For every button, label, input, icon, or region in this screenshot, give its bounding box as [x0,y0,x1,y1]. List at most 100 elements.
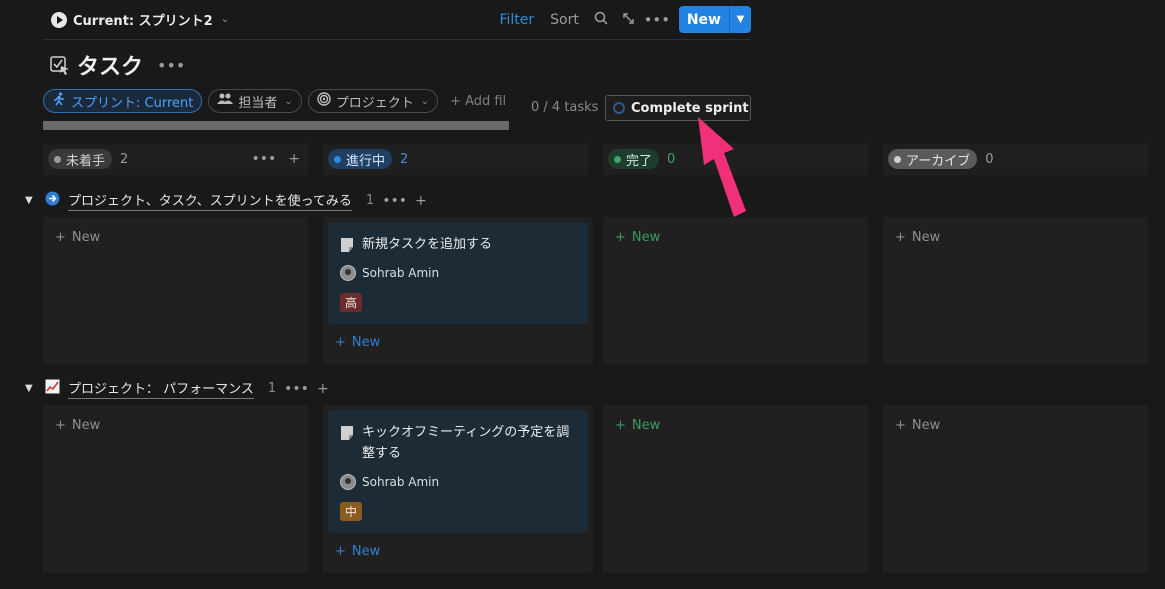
chevron-down-icon: ⌄ [220,14,230,25]
new-label: New [351,335,381,350]
plus-icon: + [335,335,346,350]
new-card-button[interactable]: + New [615,418,660,433]
assignee-name: Sohrab Amin [362,266,440,280]
tasks-count: 0 / 4 tasks [531,100,599,115]
status-label: 完了 [626,153,653,169]
page-title: タスク [77,55,144,80]
new-button[interactable]: New ▼ [678,6,751,33]
new-card-button[interactable]: + New [615,230,660,245]
board-cell: + New [883,405,1148,573]
document-icon [340,237,354,253]
new-card-button[interactable]: + New [335,335,380,350]
status-dot [614,155,621,163]
sprint-progress-bar [43,121,509,130]
view-name: Current: スプリント2 [73,14,213,29]
priority-badge: 中 [340,502,363,521]
project-filter[interactable]: プロジェクト ⌄ [307,89,439,113]
group-title[interactable]: プロジェクト： パフォーマンス [68,378,254,399]
filter-button[interactable]: Filter [491,12,542,28]
board-cell: + New [43,217,308,364]
plus-icon[interactable]: + [317,381,329,397]
plus-icon: + [450,93,462,109]
column-header-archive: アーカイブ 0 [883,143,1148,175]
new-label: New [911,418,941,433]
status-badge[interactable]: 完了 [608,149,660,169]
new-label: New [631,230,661,245]
more-icon[interactable]: ••• [157,56,185,75]
people-icon [217,93,234,109]
caret-down-icon[interactable]: ▼ [25,195,37,206]
assignee-name: Sohrab Amin [362,475,440,489]
running-person-icon [52,92,66,110]
group-title[interactable]: プロジェクト、タスク、スプリントを使ってみる [68,190,352,211]
new-card-button[interactable]: + New [55,418,100,433]
more-icon[interactable]: ••• [382,193,407,209]
board-cell: + New [43,405,308,573]
plus-icon[interactable]: + [415,193,427,209]
sort-button[interactable]: Sort [542,12,587,28]
task-card[interactable]: キックオフミーティングの予定を調整する Sohrab Amin 中 [328,410,588,533]
sprint-filter[interactable]: スプリント: Current [43,89,203,113]
new-button-label[interactable]: New [678,6,729,33]
group-count: 1 [267,381,277,396]
card-title: 新規タスクを追加する [362,237,493,252]
new-card-button[interactable]: + New [55,230,100,245]
board-cell: + New [883,217,1148,364]
new-label: New [351,544,381,559]
plus-icon: + [335,544,346,559]
play-icon [51,11,67,28]
status-dot [334,155,341,163]
target-icon [317,92,331,110]
board-cell: 新規タスクを追加する Sohrab Amin 高 + New [323,217,593,364]
add-filter-button[interactable]: + Add fil [450,94,506,109]
new-card-button[interactable]: + New [895,230,940,245]
plus-icon: + [895,418,906,433]
plus-icon[interactable]: + [288,151,300,167]
new-label: New [71,418,101,433]
status-badge[interactable]: 進行中 [328,149,393,169]
progress-ring-icon [613,102,625,114]
column-header-not-started: 未着手 2 ••• + [43,143,308,175]
group-header: ▼ プロジェクト、タスク、スプリントを使ってみる 1 ••• + [25,190,427,211]
add-filter-label: Add fil [465,93,507,109]
chevron-down-icon: ⌄ [284,95,293,107]
column-count: 0 [985,151,994,167]
caret-down-icon[interactable]: ▼ [25,383,37,394]
view-switcher[interactable]: Current: スプリント2 ⌄ [51,10,229,29]
fade-overlay [509,95,531,131]
new-card-button[interactable]: + New [895,418,940,433]
column-count: 2 [400,151,409,167]
status-badge[interactable]: アーカイブ [888,149,978,169]
new-label: New [71,230,101,245]
more-icon[interactable]: ••• [284,381,309,397]
task-card[interactable]: 新規タスクを追加する Sohrab Amin 高 [328,222,588,324]
avatar [340,474,356,490]
priority-badge: 高 [340,293,363,312]
avatar [340,265,356,281]
column-count: 2 [120,151,129,167]
status-label: アーカイブ [906,153,971,169]
status-dot [54,155,61,163]
chevron-down-icon: ⌄ [420,95,430,107]
card-title: キックオフミーティングの予定を調整する [362,425,570,461]
filter-bar: スプリント: Current 担当者 ⌄ プロジェクト ⌄ + Add fil [43,89,506,113]
more-icon[interactable]: ••• [251,151,276,167]
assignee: Sohrab Amin [340,474,576,490]
assignee-filter[interactable]: 担当者 ⌄ [208,89,302,113]
board-cell: + New [603,217,868,364]
expand-icon[interactable] [615,11,643,29]
status-badge[interactable]: 未着手 [48,149,113,169]
new-card-button[interactable]: + New [335,544,380,559]
board-cell: キックオフミーティングの予定を調整する Sohrab Amin 中 + New [323,405,593,573]
plus-icon: + [55,230,66,245]
status-label: 未着手 [66,153,106,169]
plus-icon: + [615,230,626,245]
plus-icon: + [55,418,66,433]
group-header: ▼ プロジェクト： パフォーマンス 1 ••• + [25,378,329,399]
search-icon[interactable] [587,11,615,29]
status-label: 進行中 [346,153,386,169]
annotation-arrow-icon [698,117,746,217]
chevron-down-icon[interactable]: ▼ [729,6,751,33]
more-icon[interactable]: ••• [643,11,671,29]
arrow-circle-icon [45,191,60,210]
